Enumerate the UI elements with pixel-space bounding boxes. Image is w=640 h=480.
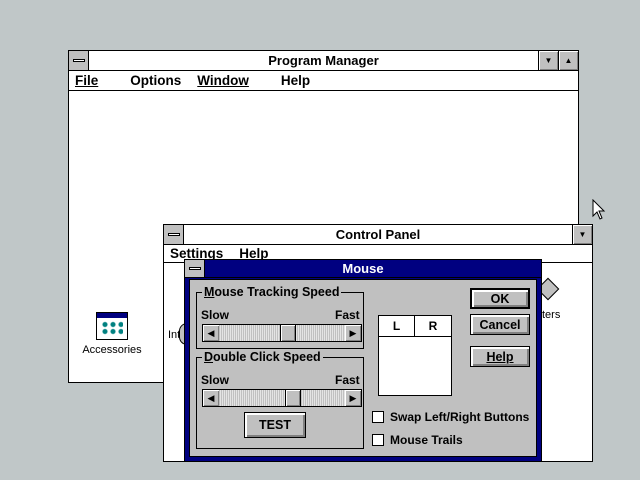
double-click-label: Double Click Speed <box>202 350 323 364</box>
right-arrow-icon[interactable]: ▶ <box>345 325 361 341</box>
left-arrow-icon[interactable]: ◀ <box>203 390 219 406</box>
right-button-indicator: R <box>415 316 451 337</box>
tracking-speed-thumb[interactable] <box>280 325 296 341</box>
double-click-slow-label: Slow <box>201 373 230 387</box>
minimize-button[interactable]: ▼ <box>572 225 592 244</box>
program-manager-titlebar[interactable]: Program Manager ▼ ▲ <box>69 51 578 71</box>
ok-button[interactable]: OK <box>470 288 530 309</box>
program-group-icon <box>96 312 128 340</box>
maximize-button[interactable]: ▲ <box>558 51 578 70</box>
tracking-slow-label: Slow <box>201 308 230 322</box>
mouse-graphic: L R <box>378 315 452 396</box>
tracking-speed-label: Mouse Tracking Speed <box>202 285 342 299</box>
system-menu-icon[interactable] <box>164 225 184 244</box>
menu-window[interactable]: Window <box>197 73 265 88</box>
minimize-button[interactable]: ▼ <box>538 51 558 70</box>
menu-help[interactable]: Help <box>281 73 310 88</box>
accessories-label: Accessories <box>82 344 142 356</box>
tracking-fast-label: Fast <box>335 308 360 322</box>
accessories-group-icon[interactable]: Accessories <box>78 312 146 356</box>
tracking-speed-scrollbar[interactable]: ◀ ▶ <box>202 324 362 342</box>
cancel-button[interactable]: Cancel <box>470 314 530 335</box>
swap-buttons-checkbox[interactable]: Swap Left/Right Buttons <box>372 410 529 424</box>
mouse-pointer-icon <box>592 199 606 220</box>
swap-buttons-label: Swap Left/Right Buttons <box>390 410 530 424</box>
mouse-trails-checkbox[interactable]: Mouse Trails <box>372 433 463 447</box>
dialog-title: Mouse <box>342 261 384 276</box>
double-click-thumb[interactable] <box>285 390 301 406</box>
window-title: Program Manager <box>268 53 379 68</box>
partial-icon-label: ters <box>542 309 561 321</box>
left-button-indicator: L <box>379 316 415 337</box>
checkbox-box[interactable] <box>372 434 384 446</box>
mouse-trails-label: Mouse Trails <box>390 433 463 447</box>
double-click-scrollbar[interactable]: ◀ ▶ <box>202 389 362 407</box>
system-menu-icon[interactable] <box>185 260 205 277</box>
left-arrow-icon[interactable]: ◀ <box>203 325 219 341</box>
menu-options[interactable]: Options <box>130 73 181 88</box>
mouse-dialog-body: Mouse Tracking Speed Slow Fast ◀ ▶ Doubl… <box>189 279 537 457</box>
double-click-fast-label: Fast <box>335 373 360 387</box>
control-panel-titlebar[interactable]: Control Panel ▼ <box>164 225 592 245</box>
help-button[interactable]: Help <box>470 346 530 367</box>
checkbox-box[interactable] <box>372 411 384 423</box>
test-area[interactable]: TEST <box>244 412 306 438</box>
program-manager-menubar: File Options Window Help <box>69 71 578 91</box>
menu-file[interactable]: File <box>75 73 114 88</box>
window-title: Control Panel <box>335 227 421 242</box>
system-menu-icon[interactable] <box>69 51 89 70</box>
mouse-dialog: Mouse Mouse Tracking Speed Slow Fast ◀ ▶… <box>184 259 542 462</box>
mouse-dialog-titlebar[interactable]: Mouse <box>185 260 541 278</box>
right-arrow-icon[interactable]: ▶ <box>345 390 361 406</box>
